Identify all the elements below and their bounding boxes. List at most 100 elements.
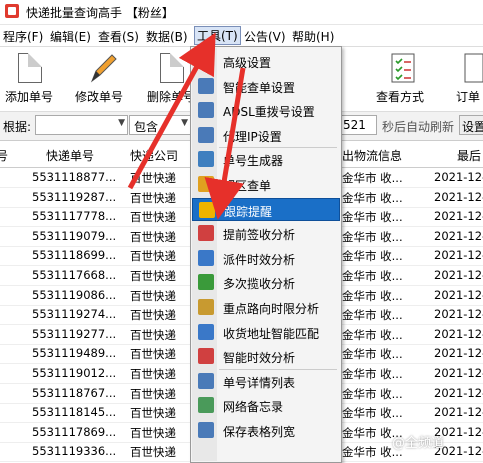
courier-company: 百世快递 — [130, 406, 176, 421]
tracking-number: 5531119489... — [32, 346, 117, 361]
column-header-last[interactable]: 最后 — [457, 147, 481, 164]
menu-view[interactable]: 查看(S) — [98, 28, 139, 45]
tracking-number: 5531117869... — [32, 424, 117, 439]
tracking-number: 5531118877... — [32, 170, 117, 184]
tracking-number: 5531119012... — [32, 366, 117, 380]
clock-chart-icon — [198, 348, 214, 365]
courier-company: 百世快递 — [130, 210, 176, 225]
logistics-info: 金华市 收... — [342, 229, 403, 244]
courier-company: 百世快递 — [130, 288, 176, 303]
last-update: 2021-12-... — [434, 346, 483, 361]
logistics-info: 金华市 收... — [342, 171, 403, 185]
arrows-icon — [198, 274, 214, 291]
tracking-number: 5531118145... — [32, 405, 117, 420]
gear-icon — [198, 53, 214, 69]
bar-chart-icon — [198, 249, 214, 266]
pencil-icon — [88, 53, 117, 85]
tools-menu-item[interactable]: 单号详情列表 — [192, 370, 340, 393]
tools-menu-item[interactable]: 多次揽收分析 — [192, 271, 340, 294]
match-select-value: 包含 — [134, 120, 159, 134]
watermark: @全频道 — [392, 436, 445, 451]
match-select[interactable]: 包含 ▼ — [129, 115, 191, 135]
tools-menu-item[interactable]: 单号生成器 — [192, 148, 340, 171]
column-header-num[interactable]: 号 — [0, 147, 8, 164]
tools-menu-item[interactable]: 跟踪提醒 — [192, 197, 340, 221]
delete-icon — [160, 53, 188, 85]
menu-bar: 程序(F) 编辑(E) 查看(S) 数据(B) 工具(T) 公告(V) 帮助(H… — [0, 25, 483, 47]
order-label: 订单 — [456, 90, 481, 104]
view-mode-label: 查看方式 — [375, 90, 424, 104]
tools-menu-item[interactable]: 代理IP设置 — [192, 124, 340, 147]
edit-tracking-button[interactable]: 修改单号 — [64, 47, 134, 109]
tracking-number: 5531119274... — [32, 307, 117, 322]
last-update: 2021-12-... — [434, 248, 483, 263]
tools-menu-item[interactable]: 重点路向时限分析 — [192, 296, 340, 319]
column-header-tracking[interactable]: 快递单号 — [46, 147, 94, 164]
menu-tools[interactable]: 工具(T) — [194, 26, 241, 45]
edit-tracking-label: 修改单号 — [74, 90, 123, 104]
tools-menu-item[interactable]: 派件时效分析 — [192, 247, 340, 270]
last-update: 2021-12-... — [434, 385, 483, 400]
folder-icon — [198, 176, 214, 192]
tracking-number: 5531119336... — [32, 444, 117, 459]
document-icon — [18, 53, 46, 85]
tools-dropdown-menu: 高级设置 智能查单设置 ADSL重拨号设置 代理IP设置 单号生成器 超区查单 跟踪提醒 提前… — [190, 46, 342, 463]
chevron-down-icon: ▼ — [118, 118, 125, 128]
tools-menu-item[interactable]: 网络备忘录 — [192, 394, 340, 417]
tracking-number: 5531118767... — [32, 385, 117, 400]
order-button[interactable]: 订单 — [444, 47, 483, 109]
add-tracking-label: 添加单号 — [4, 90, 53, 104]
address-icon — [198, 323, 214, 340]
menu-program[interactable]: 程序(F) — [3, 28, 43, 45]
tools-menu-item[interactable]: 保存表格列宽 — [192, 419, 340, 442]
logistics-info: 金华市 收... — [342, 288, 403, 303]
courier-company: 百世快递 — [130, 386, 176, 401]
logistics-info: 金华市 收... — [342, 210, 403, 225]
refresh-interval-value: 521 — [343, 118, 366, 132]
column-header-company[interactable]: 快递公司 — [130, 147, 178, 164]
courier-company: 百世快递 — [130, 190, 176, 205]
tools-menu-item[interactable]: 超区查单 — [192, 173, 340, 196]
tools-menu-item[interactable]: 高级设置 — [192, 50, 340, 73]
logistics-info: 金华市 收... — [342, 327, 403, 342]
monitor-settings-icon — [198, 77, 214, 94]
refresh-interval-input[interactable]: 521 — [339, 115, 377, 135]
order-icon — [462, 53, 483, 85]
bell-icon — [199, 201, 215, 218]
courier-company: 百世快递 — [130, 308, 176, 323]
menu-help[interactable]: 帮助(H) — [292, 28, 334, 45]
tools-menu-item[interactable]: 智能时效分析 — [192, 345, 340, 368]
field-select[interactable]: ▼ — [35, 115, 128, 135]
network-icon — [198, 102, 214, 119]
tools-menu-item[interactable]: ADSL重拨号设置 — [192, 99, 340, 122]
add-tracking-button[interactable]: 添加单号 — [0, 47, 64, 109]
last-update: 2021-12-... — [434, 170, 483, 184]
menu-data[interactable]: 数据(B) — [146, 28, 188, 45]
courier-company: 百世快递 — [130, 327, 176, 342]
proxy-icon — [198, 126, 214, 143]
last-update: 2021-12-... — [434, 189, 483, 204]
view-mode-button[interactable]: 查看方式 — [365, 47, 435, 109]
column-header-logistics[interactable]: 出物流信息 — [342, 147, 402, 164]
logistics-info: 金华市 收... — [342, 190, 403, 205]
logistics-info: 金华市 收... — [342, 367, 403, 381]
tracking-number: 5531119086... — [32, 287, 117, 302]
notepad-icon — [198, 397, 214, 414]
tracking-number: 5531119079... — [32, 228, 117, 243]
window-title: 快递批量查询高手 【粉丝】 — [26, 6, 174, 20]
tools-menu-item[interactable]: 提前签收分析 — [192, 222, 340, 245]
tools-menu-item[interactable]: 收货地址智能匹配 — [192, 321, 340, 344]
list-icon — [198, 372, 214, 389]
last-update: 2021-12-... — [434, 209, 483, 224]
route-icon — [198, 299, 214, 315]
menu-edit[interactable]: 编辑(E) — [50, 28, 91, 45]
logistics-info: 金华市 收... — [342, 249, 403, 264]
logistics-info: 金华市 收... — [342, 406, 403, 421]
courier-company: 百世快递 — [130, 425, 176, 440]
tracking-number: 5531117778... — [32, 209, 117, 224]
courier-company: 百世快递 — [130, 229, 176, 244]
settings-button[interactable]: 设置 — [459, 115, 483, 135]
save-icon — [198, 422, 214, 438]
tools-menu-item[interactable]: 智能查单设置 — [192, 75, 340, 98]
menu-announcement[interactable]: 公告(V) — [244, 28, 286, 45]
